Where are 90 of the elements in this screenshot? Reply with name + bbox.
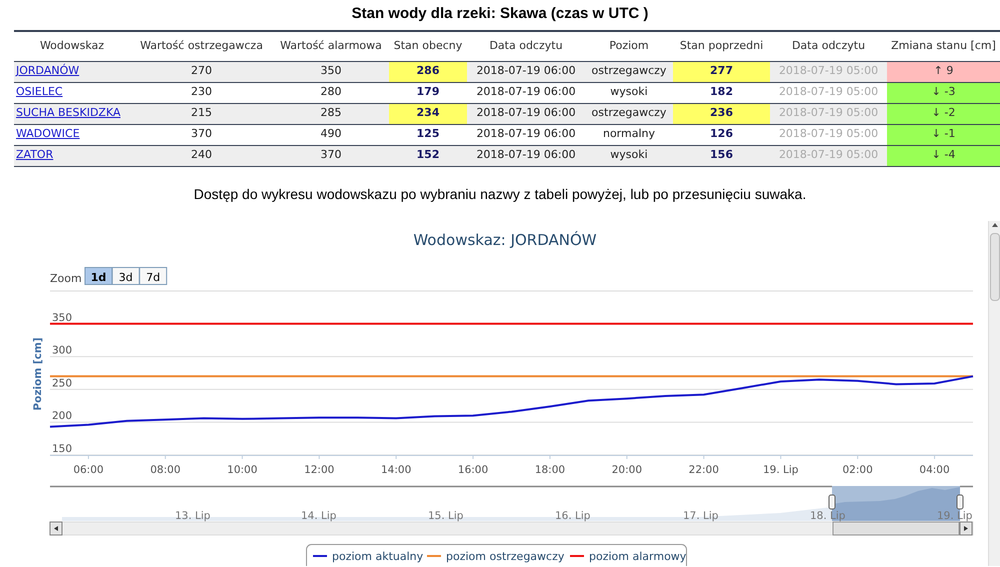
navigator-label: 14. Lip (301, 510, 336, 522)
table-cell: ostrzegawczy (585, 61, 673, 82)
axis-label: 150 (52, 442, 72, 454)
legend-item[interactable]: poziom alarmowy (570, 550, 686, 562)
table-cell: ↓ -2 (887, 103, 1000, 124)
axis-label: 20:00 (612, 464, 642, 476)
column-header: Poziom (585, 31, 673, 61)
table-cell: 2018-07-19 05:00 (770, 145, 887, 166)
hint-text: Dostęp do wykresu wodowskazu po wybraniu nazwy z tabeli powyżej, lub po przesunięciu suwaka. (194, 184, 806, 204)
axis-label: 19. Lip (762, 464, 798, 476)
zoom-label: Zoom (50, 272, 82, 284)
axis-label: 12:00 (304, 464, 334, 476)
page-title: Stan wody dla rzeki: Skawa (czas w UTC ) (352, 4, 648, 23)
vertical-scrollbar[interactable] (988, 220, 1000, 566)
legend-item[interactable]: poziom ostrzegawczy (427, 550, 564, 562)
table-cell: ↑ 9 (887, 61, 1000, 82)
table-cell: 2018-07-19 06:00 (467, 124, 585, 145)
table-cell: 234 (389, 103, 467, 124)
navigator-label: 13. Lip (175, 510, 210, 522)
table-cell: 277 (673, 61, 770, 82)
table-cell: 236 (673, 103, 770, 124)
axis-label: 250 (52, 376, 72, 389)
table-cell: 2018-07-19 06:00 (467, 103, 585, 124)
legend-item[interactable]: poziom aktualny (313, 550, 424, 562)
station-link[interactable]: WADOWICE (16, 127, 80, 140)
table-cell: 156 (673, 145, 770, 166)
column-header: Data odczytu (770, 31, 887, 61)
navigator-label: 15. Lip (428, 510, 464, 522)
table-cell: 280 (273, 82, 389, 103)
station-link[interactable]: ZATOR (16, 148, 54, 162)
legend-label: poziom alarmowy (589, 550, 687, 562)
table-cell: 2018-07-19 06:00 (467, 61, 585, 82)
axis-label: 02:00 (842, 464, 873, 476)
table-cell: ↓ -4 (887, 145, 1000, 166)
axis-label: 14:00 (381, 464, 412, 476)
axis-label: 200 (52, 410, 72, 422)
column-header: Wartość ostrzegawcza (130, 31, 273, 61)
table-cell: 152 (389, 145, 467, 166)
table-cell: ↓ -3 (887, 82, 1000, 103)
axis-label: 18:00 (534, 464, 566, 476)
table-cell: 270 (130, 61, 273, 82)
table-cell: 2018-07-19 05:00 (770, 82, 887, 103)
navigator-label: 16. Lip (555, 510, 590, 522)
table-cell: 2018-07-19 06:00 (467, 145, 585, 166)
zoom-button[interactable]: 3d (112, 266, 140, 284)
table-cell: normalny (585, 124, 673, 145)
column-header: Zmiana stanu [cm] (887, 31, 1000, 61)
column-header: Stan poprzedni (673, 31, 770, 61)
station-link[interactable]: OSIELEC (16, 85, 63, 98)
station-link[interactable]: JORDANÓW (16, 64, 80, 78)
table-cell: 350 (273, 61, 389, 82)
table-cell: 490 (273, 124, 389, 145)
axis-label: 16:00 (458, 464, 488, 476)
table-cell: 285 (273, 103, 389, 124)
table-cell: 370 (273, 145, 389, 166)
table-cell: ↓ -1 (887, 124, 1000, 145)
navigator-label: 17. Lip (683, 510, 718, 522)
chart-title: Wodowskaz: JORDANÓW (413, 230, 597, 248)
table-cell: wysoki (585, 82, 673, 103)
horizontal-scrollbar[interactable] (50, 521, 974, 535)
axis-label: 10:00 (227, 464, 258, 476)
zoom-button[interactable]: 1d (84, 266, 112, 284)
table-cell: 230 (130, 82, 273, 103)
table-cell: 286 (389, 61, 467, 82)
axis-label: 22:00 (688, 464, 719, 476)
table-cell: wysoki (585, 145, 673, 166)
axis-label: 04:00 (919, 464, 950, 476)
table-cell: 2018-07-19 05:00 (770, 124, 887, 145)
axis-label: 08:00 (150, 464, 180, 476)
column-header: Wodowskaz (14, 31, 130, 61)
axis-label: 300 (52, 344, 72, 356)
zoom-button[interactable]: 7d (139, 266, 168, 284)
table-cell: 125 (389, 124, 467, 145)
table-cell: 2018-07-19 05:00 (770, 103, 887, 124)
axis-label: 06:00 (73, 464, 104, 476)
table-cell: 370 (130, 124, 273, 145)
legend-label: poziom aktualny (332, 550, 424, 562)
table-cell: 2018-07-19 06:00 (467, 82, 585, 103)
table-cell: 179 (389, 82, 467, 103)
table-cell: ostrzegawczy (585, 103, 673, 124)
column-header: Stan obecny (389, 31, 467, 61)
column-header: Data odczytu (467, 31, 585, 61)
table-cell: 215 (130, 103, 273, 124)
axis-label: 350 (52, 311, 72, 324)
table-cell: 126 (673, 124, 770, 145)
table-cell: 240 (130, 145, 273, 166)
table-cell: 182 (673, 82, 770, 103)
station-link[interactable]: SUCHA BESKIDZKA (16, 106, 120, 120)
axis-title: Poziom [cm] (32, 336, 44, 410)
column-header: Wartość alarmowa (273, 31, 389, 61)
